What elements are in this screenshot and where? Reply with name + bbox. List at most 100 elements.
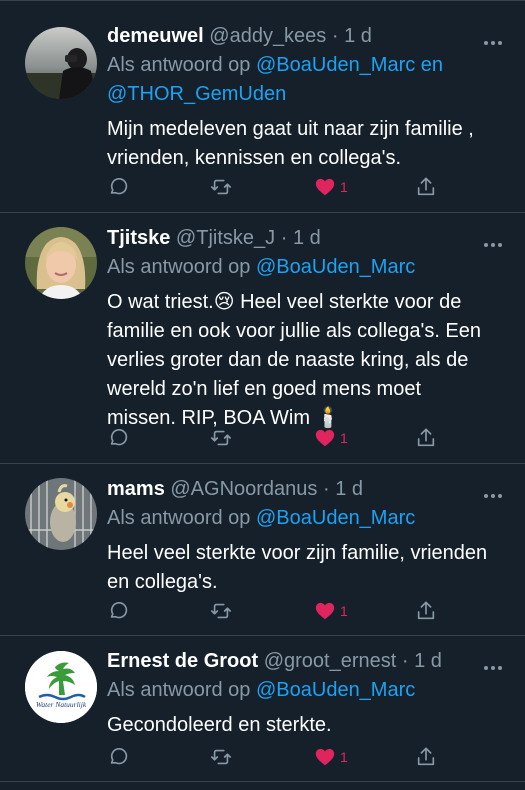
mention-link[interactable]: @BoaUden_Marc — [256, 256, 415, 278]
avatar[interactable] — [25, 478, 97, 550]
heart-filled-icon — [315, 429, 335, 447]
share-button[interactable] — [415, 176, 437, 200]
tweet-actions: 1 — [107, 427, 437, 451]
user-handle[interactable]: @addy_kees — [209, 25, 326, 47]
mention-link[interactable]: @BoaUden_Marc — [256, 507, 415, 529]
reply-button[interactable] — [107, 427, 129, 451]
tweet-text-line: familie en ook voor jullie als collega's… — [107, 320, 482, 342]
tweet-text-line: O wat triest.😢 Heel veel sterkte voor de — [107, 291, 462, 313]
reply-icon — [110, 429, 128, 446]
reply-button[interactable] — [107, 176, 129, 200]
like-button[interactable]: 1 — [314, 746, 348, 770]
timestamp[interactable]: 1 d — [293, 227, 321, 249]
timestamp[interactable]: 1 d — [414, 650, 442, 672]
avatar[interactable] — [25, 27, 97, 99]
retweet-icon — [211, 179, 231, 195]
tweet-header: mams @AGNoordanus · 1 d — [107, 476, 505, 502]
tweet-1[interactable]: demeuwel @addy_kees · 1 d Als antwoord o… — [0, 1, 525, 213]
display-name[interactable]: Tjitske — [107, 227, 170, 249]
tweet-text-line: verlies groter dan de naaste kring, als … — [107, 349, 469, 371]
tweet-4[interactable]: Water Natuurlijk Ernest de Groot @groot_… — [0, 636, 525, 782]
share-button[interactable] — [415, 746, 437, 770]
tweet-header: demeuwel @addy_kees · 1 d — [107, 23, 505, 49]
tweet-text-line: en collega's. — [107, 571, 218, 593]
mention-link[interactable]: @THOR_GemUden — [107, 83, 286, 105]
reply-prefix: Als antwoord op — [107, 679, 251, 701]
separator: · — [401, 650, 409, 672]
avatar[interactable] — [25, 227, 97, 299]
tweet-actions: 1 — [107, 176, 437, 200]
retweet-button[interactable] — [210, 600, 232, 624]
reply-button[interactable] — [107, 600, 129, 624]
reply-icon — [110, 178, 128, 195]
tweet-text-line: vrienden, kennissen en collega's. — [107, 147, 402, 169]
reply-icon — [110, 602, 128, 619]
bird-photo-icon — [25, 478, 97, 550]
tweet-text: O wat triest.😢 Heel veel sterkte voor de… — [107, 288, 505, 433]
retweet-icon — [211, 603, 231, 619]
reply-prefix: Als antwoord op — [107, 507, 251, 529]
like-button[interactable]: 1 — [314, 176, 348, 200]
heart-filled-icon — [315, 178, 335, 196]
tweet-text: Heel veel sterkte voor zijn familie, vri… — [107, 539, 505, 597]
share-icon — [417, 747, 435, 766]
like-count: 1 — [340, 179, 348, 195]
reply-prefix: Als antwoord op — [107, 256, 251, 278]
like-button[interactable]: 1 — [314, 427, 348, 451]
reply-context: Als antwoord op @BoaUden_Marc — [107, 504, 505, 533]
user-handle[interactable]: @AGNoordanus — [170, 478, 317, 500]
timestamp[interactable]: 1 d — [335, 478, 363, 500]
avatar-photo-icon — [25, 227, 97, 299]
tweet-text-line: Mijn medeleven gaat uit naar zijn famili… — [107, 118, 474, 140]
share-icon — [417, 428, 435, 447]
like-count: 1 — [340, 749, 348, 765]
tweet-actions: 1 — [107, 600, 437, 624]
reply-button[interactable] — [107, 746, 129, 770]
retweet-button[interactable] — [210, 746, 232, 770]
reply-context: Als antwoord op @BoaUden_Marc — [107, 676, 505, 705]
share-button[interactable] — [415, 600, 437, 624]
tweet-header: Ernest de Groot @groot_ernest · 1 d — [107, 648, 505, 674]
more-options-icon[interactable] — [483, 33, 503, 45]
separator: · — [331, 25, 339, 47]
mention-link[interactable]: @BoaUden_Marc — [256, 679, 415, 701]
user-handle[interactable]: @Tjitske_J — [176, 227, 275, 249]
reply-icon — [110, 748, 128, 765]
like-button[interactable]: 1 — [314, 600, 348, 624]
display-name[interactable]: Ernest de Groot — [107, 650, 258, 672]
tweet-3[interactable]: mams @AGNoordanus · 1 d Als antwoord op … — [0, 464, 525, 636]
more-options-icon[interactable] — [483, 658, 503, 670]
water-natuurlijk-logo-icon: Water Natuurlijk — [25, 651, 97, 723]
user-handle[interactable]: @groot_ernest — [264, 650, 397, 672]
heart-filled-icon — [315, 602, 335, 620]
logo-text: Water Natuurlijk — [36, 700, 87, 709]
tweet-text-line: wereld zo'n lief en goed mens moet — [107, 378, 421, 400]
tweet-actions: 1 — [107, 746, 437, 770]
share-icon — [417, 601, 435, 620]
separator: · — [322, 478, 330, 500]
display-name[interactable]: mams — [107, 478, 165, 500]
like-count: 1 — [340, 603, 348, 619]
more-options-icon[interactable] — [483, 235, 503, 247]
reply-context: Als antwoord op @BoaUden_Marc en @THOR_G… — [107, 51, 505, 109]
tweet-header: Tjitske @Tjitske_J · 1 d — [107, 225, 505, 251]
share-button[interactable] — [415, 427, 437, 451]
retweet-button[interactable] — [210, 176, 232, 200]
mention-link[interactable]: @BoaUden_Marc en — [256, 54, 443, 76]
reply-context: Als antwoord op @BoaUden_Marc — [107, 253, 505, 282]
heart-filled-icon — [315, 748, 335, 766]
tweet-text: Gecondoleerd en sterkte. — [107, 711, 505, 740]
tweet-text-line: Heel veel sterkte voor zijn familie, vri… — [107, 542, 488, 564]
display-name[interactable]: demeuwel — [107, 25, 204, 47]
tweet-text-line: Gecondoleerd en sterkte. — [107, 714, 332, 736]
avatar[interactable]: Water Natuurlijk — [25, 651, 97, 723]
timestamp[interactable]: 1 d — [344, 25, 372, 47]
retweet-button[interactable] — [210, 427, 232, 451]
tweet-2[interactable]: Tjitske @Tjitske_J · 1 d Als antwoord op… — [0, 213, 525, 464]
tweet-text: Mijn medeleven gaat uit naar zijn famili… — [107, 115, 505, 173]
reply-prefix: Als antwoord op — [107, 54, 251, 76]
retweet-icon — [211, 749, 231, 765]
share-icon — [417, 177, 435, 196]
retweet-icon — [211, 430, 231, 446]
more-options-icon[interactable] — [483, 486, 503, 498]
